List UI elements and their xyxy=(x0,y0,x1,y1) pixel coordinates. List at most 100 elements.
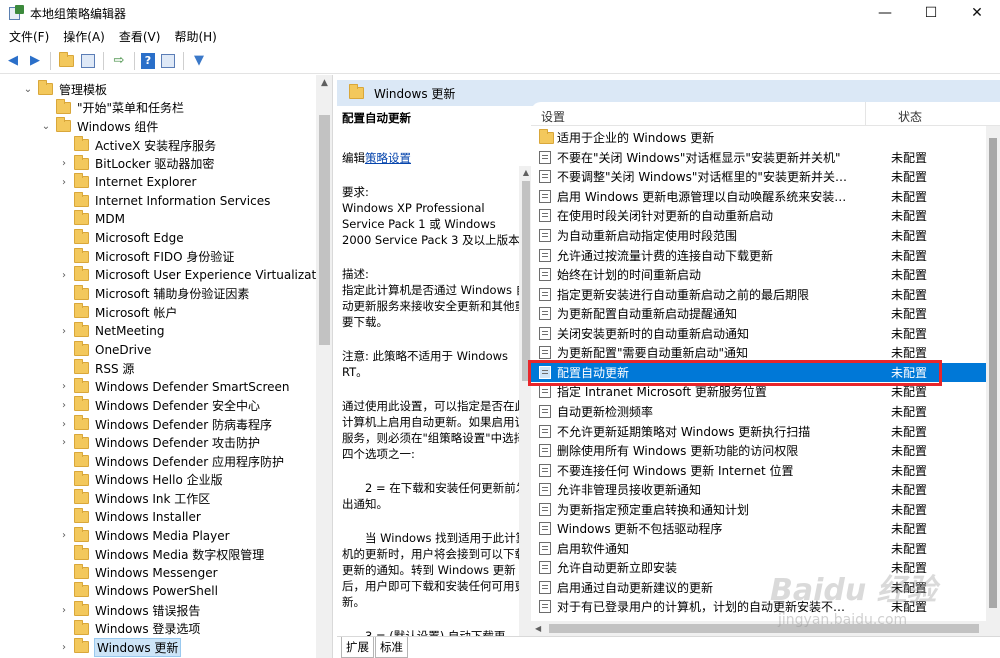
tree-item[interactable]: Microsoft Edge xyxy=(58,229,184,248)
policy-row[interactable]: 启用软件通知 未配置 xyxy=(531,539,986,559)
tree-item[interactable]: Windows Messenger xyxy=(58,563,218,583)
tree-scroll-thumb[interactable] xyxy=(319,115,330,345)
policy-row[interactable]: 为更新指定预定重启转换和通知计划 未配置 xyxy=(531,499,986,519)
tree-item[interactable]: › Internet Explorer xyxy=(58,173,196,192)
tree-item[interactable]: Internet Information Services xyxy=(58,191,270,211)
policy-row[interactable]: 关闭安装更新时的自动重新启动通知 未配置 xyxy=(531,324,986,344)
tree-item[interactable]: › Windows Defender 安全中心 xyxy=(58,396,260,415)
policy-settings-link[interactable]: 策略设置 xyxy=(365,151,411,165)
chevron-right-icon[interactable]: › xyxy=(58,437,70,448)
tree-item[interactable]: Windows Defender 应用程序防护 xyxy=(58,452,284,471)
tree-item-label: Microsoft FIDO 身份验证 xyxy=(95,250,235,265)
tree-item[interactable]: › Windows Media Player xyxy=(58,526,230,545)
chevron-right-icon[interactable]: › xyxy=(58,419,70,430)
tab-standard[interactable]: 标准 xyxy=(375,637,408,658)
list-vertical-scrollbar[interactable] xyxy=(986,126,1000,621)
policy-row[interactable]: 始终在计划的时间重新启动 未配置 xyxy=(531,265,986,285)
tree-item-label: RSS 源 xyxy=(95,361,135,376)
policy-row[interactable]: 允许非管理员接收更新通知 未配置 xyxy=(531,480,986,500)
tree-item[interactable]: MDM xyxy=(58,210,125,229)
policy-row[interactable]: 自动更新检测频率 未配置 xyxy=(531,402,986,422)
tree-item[interactable]: › Microsoft User Experience Virtualizatio… xyxy=(58,266,332,285)
tree-item[interactable]: Microsoft FIDO 身份验证 xyxy=(58,247,234,266)
description-scroll-thumb[interactable] xyxy=(522,181,530,381)
tree-item[interactable]: › BitLocker 驱动器加密 xyxy=(58,154,214,173)
policy-setting-icon xyxy=(539,502,551,516)
column-header-state[interactable]: 状态 xyxy=(898,108,922,125)
properties-icon[interactable] xyxy=(159,52,177,70)
policy-setting-icon xyxy=(539,287,551,301)
chevron-right-icon[interactable]: › xyxy=(58,177,70,188)
tree-item[interactable]: OneDrive xyxy=(58,340,151,359)
tree-scrollbar[interactable]: ▲ xyxy=(316,75,332,658)
tree-item[interactable]: › Windows Defender 防病毒程序 xyxy=(58,415,272,434)
help-icon[interactable]: ? xyxy=(141,52,155,69)
tree-item[interactable]: › Windows Defender SmartScreen xyxy=(58,377,290,397)
list-hscroll-thumb[interactable] xyxy=(549,624,979,633)
policy-row[interactable]: 不要调整"关闭 Windows"对话框里的"安装更新并关机"的默... 未配置 xyxy=(531,167,986,187)
close-button[interactable]: ✕ xyxy=(954,0,1000,26)
chevron-right-icon[interactable]: › xyxy=(58,158,70,169)
export-list-icon[interactable]: ⇨ xyxy=(110,52,128,70)
policy-setting-icon xyxy=(539,561,551,575)
chevron-right-icon[interactable]: › xyxy=(58,326,70,337)
chevron-right-icon[interactable]: › xyxy=(58,381,70,392)
up-folder-icon[interactable] xyxy=(57,51,75,70)
tree-item[interactable]: "开始"菜单和任务栏 xyxy=(40,98,184,118)
tree-item[interactable]: Windows Ink 工作区 xyxy=(58,489,210,508)
scroll-up-arrow-icon[interactable]: ▲ xyxy=(316,75,332,92)
tree-item[interactable]: › NetMeeting xyxy=(58,322,164,341)
menu-file[interactable]: 文件(F) xyxy=(2,26,56,48)
menu-action[interactable]: 操作(A) xyxy=(56,26,112,48)
tree-item[interactable]: › Windows 错误报告 xyxy=(58,601,200,620)
filter-icon[interactable]: ▼ xyxy=(190,52,208,70)
menu-view[interactable]: 查看(V) xyxy=(112,26,168,48)
chevron-right-icon[interactable]: › xyxy=(58,605,70,616)
policy-name: 不要调整"关闭 Windows"对话框里的"安装更新并关机"的默... xyxy=(557,170,857,185)
policy-row[interactable]: 指定更新安装进行自动重新启动之前的最后期限 未配置 xyxy=(531,284,986,304)
menu-help[interactable]: 帮助(H) xyxy=(167,26,223,48)
maximize-button[interactable]: ☐ xyxy=(908,0,954,26)
policy-row[interactable]: 为更新配置自动重新启动提醒通知 未配置 xyxy=(531,304,986,324)
tree-item[interactable]: Windows Media 数字权限管理 xyxy=(58,545,264,564)
back-arrow-icon[interactable]: ◀ xyxy=(4,52,22,70)
forward-arrow-icon[interactable]: ▶ xyxy=(26,52,44,70)
minimize-button[interactable]: — xyxy=(862,0,908,26)
column-header-setting[interactable]: 设置 xyxy=(541,108,565,125)
tree-item[interactable]: Microsoft 帐户 xyxy=(58,303,177,322)
list-scroll-thumb[interactable] xyxy=(989,138,997,608)
policy-row[interactable]: 不要在"关闭 Windows"对话框显示"安装更新并关机" 未配置 xyxy=(531,148,986,168)
scroll-left-arrow-icon[interactable]: ◀ xyxy=(535,621,541,636)
policy-state: 未配置 xyxy=(891,170,928,185)
tree-item[interactable]: › Windows Defender 攻击防护 xyxy=(58,433,260,452)
list-horizontal-scrollbar[interactable]: ◀ xyxy=(531,621,1000,636)
policy-row[interactable]: 不允许更新延期策略对 Windows 更新执行扫描 未配置 xyxy=(531,421,986,441)
chevron-right-icon[interactable]: › xyxy=(58,642,70,653)
tree-item[interactable]: RSS 源 xyxy=(58,359,134,378)
chevron-right-icon[interactable]: › xyxy=(58,400,70,411)
tree-item[interactable]: Microsoft 辅助身份验证因素 xyxy=(58,284,249,304)
policy-row[interactable]: Windows 更新不包括驱动程序 未配置 xyxy=(531,519,986,539)
show-hide-tree-icon[interactable] xyxy=(79,52,97,70)
chevron-down-icon[interactable]: ⌄ xyxy=(40,121,52,132)
chevron-right-icon[interactable]: › xyxy=(58,530,70,541)
tree-item[interactable]: ⌄ 管理模板 xyxy=(22,80,107,99)
chevron-down-icon[interactable]: ⌄ xyxy=(22,84,34,95)
list-folder-row[interactable]: 适用于企业的 Windows 更新 xyxy=(531,128,986,148)
chevron-right-icon[interactable]: › xyxy=(58,270,70,281)
tree-item[interactable]: Windows Hello 企业版 xyxy=(58,470,223,490)
tree-item[interactable]: › Windows 更新 xyxy=(58,637,182,657)
tab-extended[interactable]: 扩展 xyxy=(341,637,374,658)
tree-item[interactable]: ⌄ Windows 组件 xyxy=(40,117,158,136)
policy-row[interactable]: 在使用时段关闭针对更新的自动重新启动 未配置 xyxy=(531,206,986,226)
tree-item[interactable]: Windows PowerShell xyxy=(58,582,218,601)
policy-row[interactable]: 启用 Windows 更新电源管理以自动唤醒系统来安装计划的... 未配置 xyxy=(531,187,986,207)
tree-item[interactable]: Windows Installer xyxy=(58,508,201,527)
column-divider[interactable] xyxy=(865,102,866,126)
policy-row[interactable]: 允许通过按流量计费的连接自动下载更新 未配置 xyxy=(531,245,986,265)
policy-row[interactable]: 不要连接任何 Windows 更新 Internet 位置 未配置 xyxy=(531,460,986,480)
policy-row[interactable]: 删除使用所有 Windows 更新功能的访问权限 未配置 xyxy=(531,441,986,461)
policy-row[interactable]: 为自动重新启动指定使用时段范围 未配置 xyxy=(531,226,986,246)
tree-item[interactable]: ActiveX 安装程序服务 xyxy=(58,136,216,155)
tree-item[interactable]: Windows 登录选项 xyxy=(58,619,200,638)
